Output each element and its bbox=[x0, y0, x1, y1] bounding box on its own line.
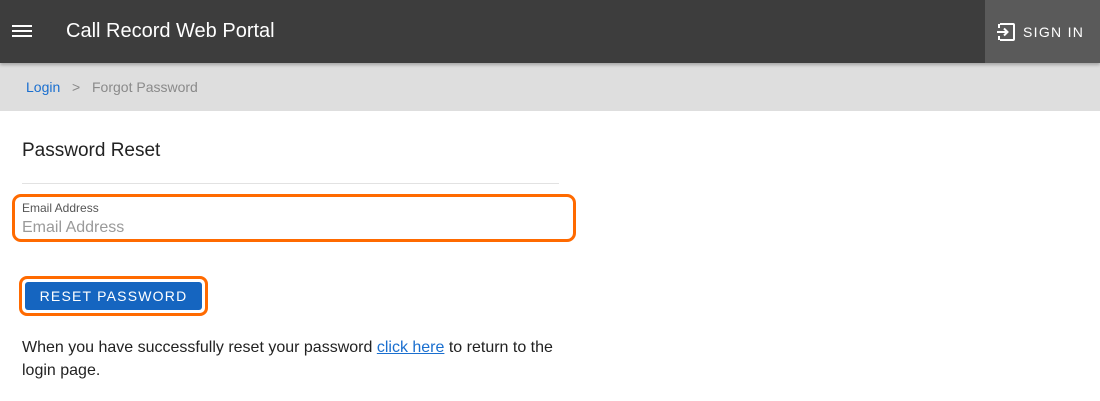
app-title: Call Record Web Portal bbox=[66, 20, 275, 42]
hamburger-menu-icon[interactable] bbox=[12, 20, 32, 42]
breadcrumb-separator: > bbox=[72, 79, 81, 95]
breadcrumb: Login > Forgot Password bbox=[0, 63, 1100, 111]
info-text-before: When you have successfully reset your pa… bbox=[22, 339, 377, 356]
sign-in-button[interactable]: SIGN IN bbox=[985, 0, 1100, 63]
sign-in-icon bbox=[997, 23, 1015, 41]
sign-in-label: SIGN IN bbox=[1023, 24, 1085, 40]
reset-password-button[interactable]: RESET PASSWORD bbox=[25, 282, 202, 310]
breadcrumb-current: Forgot Password bbox=[92, 79, 198, 95]
top-app-bar: Call Record Web Portal SIGN IN bbox=[0, 0, 1100, 63]
breadcrumb-login-link[interactable]: Login bbox=[26, 79, 60, 95]
email-field[interactable]: Email Address bbox=[12, 194, 576, 242]
title-divider bbox=[22, 183, 559, 184]
email-input[interactable] bbox=[22, 217, 552, 239]
return-info-text: When you have successfully reset your pa… bbox=[22, 336, 567, 382]
reset-button-highlight: RESET PASSWORD bbox=[19, 276, 208, 316]
email-field-label: Email Address bbox=[22, 201, 99, 215]
click-here-link[interactable]: click here bbox=[377, 339, 445, 356]
page-title: Password Reset bbox=[22, 140, 161, 161]
